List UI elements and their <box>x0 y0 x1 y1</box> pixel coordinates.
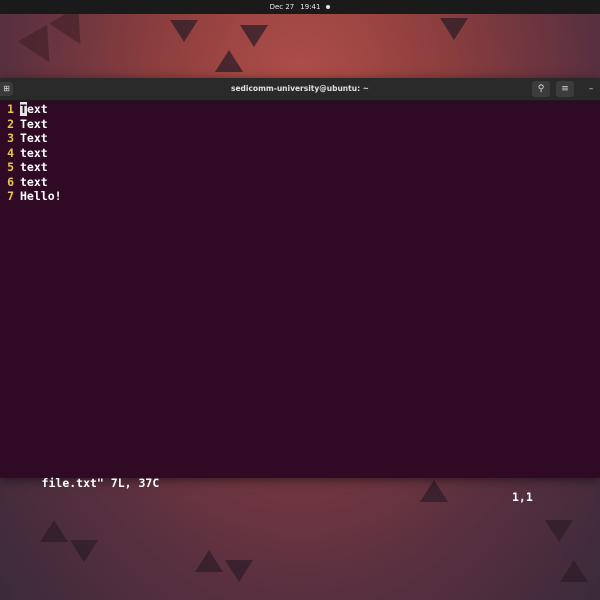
status-file-info: file.txt" 7L, 37C <box>41 476 160 490</box>
wallpaper-triangle <box>440 18 468 40</box>
line-text: Text <box>20 116 48 131</box>
line-text: Text <box>20 131 48 145</box>
line-number: 1 <box>7 102 14 116</box>
status-cursor-position: 1,1 <box>512 490 533 504</box>
editor-line: 1 Text <box>0 102 48 116</box>
wallpaper-triangle <box>170 20 198 42</box>
wallpaper-triangle <box>420 480 448 502</box>
clock-time[interactable]: 19:41 <box>300 3 320 11</box>
wallpaper-triangle <box>240 25 268 47</box>
wallpaper-triangle <box>560 560 588 582</box>
window-title: sedicomm-university@ubuntu: ~ <box>231 84 369 93</box>
wallpaper-triangle <box>40 520 68 542</box>
window-titlebar[interactable]: ⊞ sedicomm-university@ubuntu: ~ ⚲ ≡ – <box>0 78 600 101</box>
system-top-bar[interactable]: Dec 27 19:41 <box>0 0 600 14</box>
editor-line: 2 Text <box>0 117 48 131</box>
wallpaper-triangle <box>195 550 223 572</box>
line-number: 3 <box>7 131 14 145</box>
wallpaper-triangle <box>225 560 253 582</box>
wallpaper-triangle <box>545 520 573 542</box>
line-text: ext <box>26 102 48 116</box>
text-cursor: T <box>20 102 27 116</box>
terminal-window[interactable]: ⊞ sedicomm-university@ubuntu: ~ ⚲ ≡ – 1T… <box>0 78 600 504</box>
line-text: text <box>20 145 48 160</box>
editor-line: 7 Hello! <box>0 189 62 203</box>
line-number: 4 <box>7 145 14 160</box>
editor-line: 3 Text <box>0 131 48 145</box>
line-text: text <box>20 174 48 189</box>
wallpaper-triangle <box>70 540 98 562</box>
minimize-icon[interactable]: – <box>584 81 598 97</box>
editor-line: 6 text <box>0 175 48 189</box>
editor-status-line: file.txt" 7L, 37C 1,1 <box>0 462 600 504</box>
clock-date[interactable]: Dec 27 <box>270 3 295 11</box>
line-number: 2 <box>7 116 14 131</box>
line-number: 6 <box>7 174 14 189</box>
notification-dot-icon <box>326 5 331 9</box>
terminal-content[interactable]: 1 Text 2 Text 3 Text 4 text 5 text 6 text 7 Hel… <box>0 100 600 504</box>
line-number: 5 <box>7 160 14 174</box>
hamburger-menu-icon[interactable]: ≡ <box>556 81 574 97</box>
editor-line: 5 text <box>0 160 48 174</box>
line-text: text <box>20 160 48 174</box>
line-number: 7 <box>7 189 14 203</box>
editor-line: 4 text <box>0 146 48 160</box>
search-icon[interactable]: ⚲ <box>532 81 550 97</box>
wallpaper-triangle <box>215 50 243 72</box>
line-text: Hello! <box>20 189 62 203</box>
